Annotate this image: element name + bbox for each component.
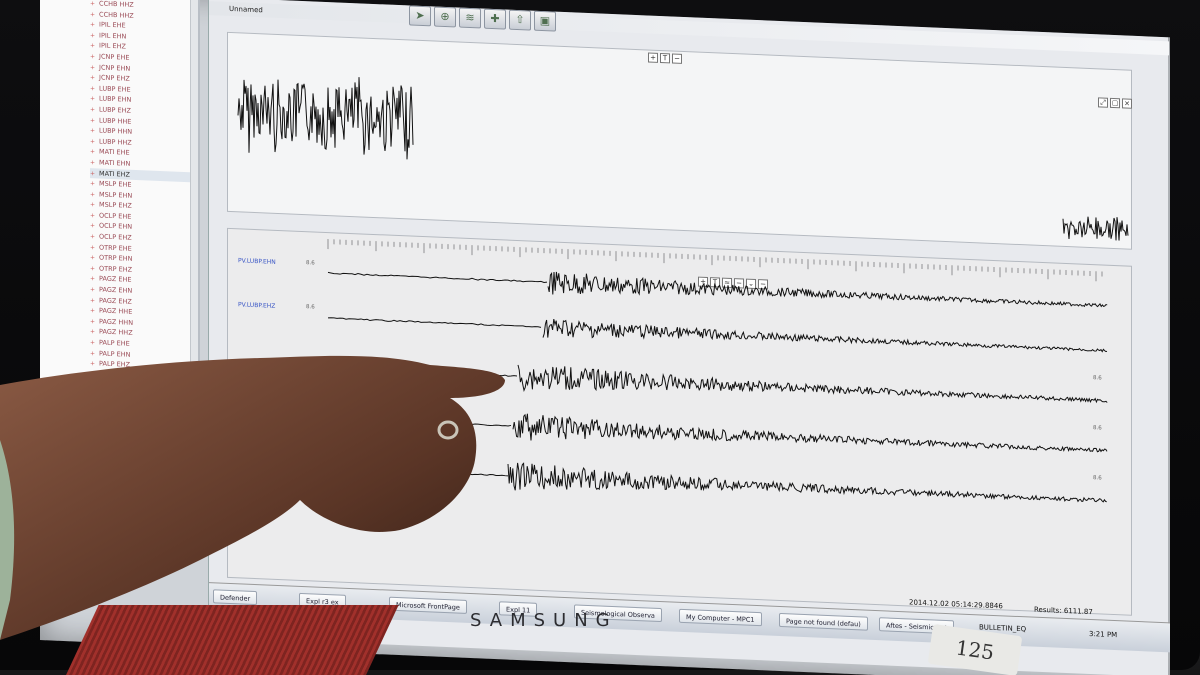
channel-waveforms xyxy=(327,239,1108,503)
taskbar-item[interactable]: Defender xyxy=(213,589,258,606)
overview-trace-panel: + T − ⤢ ▢ × xyxy=(227,31,1132,250)
filter-icon[interactable]: ≋ xyxy=(459,7,481,29)
pick-icon[interactable]: ✚ xyxy=(484,8,506,30)
waveform-trace xyxy=(547,271,1108,308)
pointer-icon[interactable]: ➤ xyxy=(409,5,431,27)
overview-waveform xyxy=(237,77,1129,241)
status-results: Results: 6111.87 xyxy=(1034,605,1093,617)
taskbar-clock: 3:21 PM xyxy=(1089,629,1118,640)
waveform-trace xyxy=(327,467,509,477)
waveform-trace xyxy=(327,317,542,328)
waveform-trace xyxy=(237,77,414,160)
station-list-panel: CCHB HHZCCHB HHZIPIL EHEIPIL EHNIPIL EHZ… xyxy=(40,0,200,397)
arrow-icon[interactable]: ⇧ xyxy=(509,9,531,31)
save-icon[interactable]: ▣ xyxy=(534,10,556,32)
waveform-trace xyxy=(512,413,1108,453)
toolbar: ➤ ⊕ ≋ ✚ ⇧ ▣ xyxy=(409,5,556,41)
seismic-viewer-window: Unnamed ➤ ⊕ ≋ ✚ ⇧ ▣ + T − ⤢ ▢ × + T ≈ − … xyxy=(208,0,1170,675)
waveform-trace xyxy=(517,364,1108,404)
waveform-trace xyxy=(507,462,1107,503)
monitor-brand: SAMSUNG xyxy=(470,610,618,631)
waveform-trace xyxy=(1062,216,1129,241)
keyboard xyxy=(61,605,399,675)
station-list-scrollbar[interactable] xyxy=(190,0,198,397)
waveform-trace xyxy=(327,367,518,377)
monitor-screen: CCHB HHZCCHB HHZIPIL EHEIPIL EHNIPIL EHZ… xyxy=(40,0,1170,675)
station-list: CCHB HHZCCHB HHZIPIL EHEIPIL EHNIPIL EHZ… xyxy=(90,0,190,384)
zoom-icon[interactable]: ⊕ xyxy=(434,6,456,28)
waveform-trace xyxy=(327,271,548,284)
photo-scene: CCHB HHZCCHB HHZIPIL EHEIPIL EHNIPIL EHZ… xyxy=(0,0,1200,675)
taskbar-item[interactable]: Page not found (defau) xyxy=(779,612,868,631)
channel-traces-panel: + T ≈ − ⌄ − PV.LUBP.EHN PV.LUBP.EHZ 8.6 … xyxy=(227,227,1132,616)
taskbar-item[interactable]: Microsoft FrontPage xyxy=(389,596,467,614)
waveform-trace xyxy=(542,318,1108,353)
waveform-trace xyxy=(327,417,512,427)
taskbar-item[interactable]: My Computer - MPC1 xyxy=(679,608,762,627)
